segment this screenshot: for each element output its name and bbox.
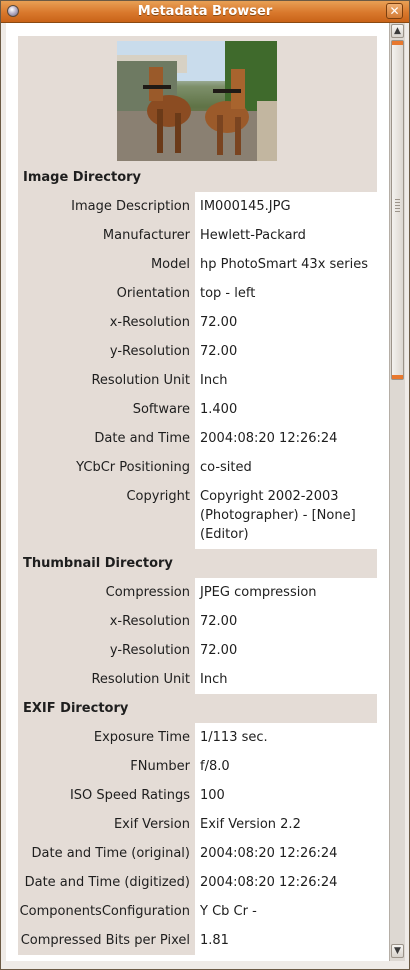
metadata-row: Date and Time 2004:08:20 12:26:24 xyxy=(18,424,377,453)
metadata-row: Resolution Unit Inch xyxy=(18,366,377,395)
close-button[interactable]: ✕ xyxy=(386,3,403,19)
metadata-value: IM000145.JPG xyxy=(195,192,377,221)
metadata-label: y-Resolution xyxy=(18,636,195,665)
metadata-row: Orientation top - left xyxy=(18,279,377,308)
metadata-row: x-Resolution 72.00 xyxy=(18,607,377,636)
metadata-row: Exposure Time 1/113 sec. xyxy=(18,723,377,752)
metadata-label: Exposure Time xyxy=(18,723,195,752)
metadata-label: Date and Time (original) xyxy=(18,839,195,868)
metadata-label: Compression xyxy=(18,578,195,607)
metadata-value: 1/113 sec. xyxy=(195,723,377,752)
metadata-label: Copyright xyxy=(18,482,195,549)
metadata-row: Exif Version Exif Version 2.2 xyxy=(18,810,377,839)
title-bar[interactable]: Metadata Browser ✕ xyxy=(1,1,409,23)
metadata-value: 72.00 xyxy=(195,337,377,366)
metadata-row: y-Resolution 72.00 xyxy=(18,337,377,366)
metadata-value: 2004:08:20 12:26:24 xyxy=(195,839,377,868)
scrollbar-thumb-bottom-accent xyxy=(392,375,403,379)
metadata-row: x-Resolution 72.00 xyxy=(18,308,377,337)
metadata-label: y-Resolution xyxy=(18,337,195,366)
metadata-value: Hewlett-Packard xyxy=(195,221,377,250)
metadata-value: hp PhotoSmart 43x series xyxy=(195,250,377,279)
metadata-label: ISO Speed Ratings xyxy=(18,781,195,810)
metadata-row: YCbCr Positioning co-sited xyxy=(18,453,377,482)
metadata-label: Image Description xyxy=(18,192,195,221)
metadata-row: Manufacturer Hewlett-Packard xyxy=(18,221,377,250)
metadata-label: Software xyxy=(18,395,195,424)
metadata-label: Orientation xyxy=(18,279,195,308)
close-icon: ✕ xyxy=(389,4,400,18)
metadata-label: Date and Time xyxy=(18,424,195,453)
metadata-label: Exif Version xyxy=(18,810,195,839)
section-header: Image Directory xyxy=(18,163,377,192)
metadata-row: ISO Speed Ratings 100 xyxy=(18,781,377,810)
metadata-value: 100 xyxy=(195,781,377,810)
metadata-label: Manufacturer xyxy=(18,221,195,250)
metadata-panel: Image Directory Image Description IM000145… xyxy=(6,23,389,961)
section-header: EXIF Directory xyxy=(18,694,377,723)
metadata-value: top - left xyxy=(195,279,377,308)
metadata-value: Exif Version 2.2 xyxy=(195,810,377,839)
metadata-row: Date and Time (digitized) 2004:08:20 12:2… xyxy=(18,868,377,897)
metadata-row: y-Resolution 72.00 xyxy=(18,636,377,665)
metadata-label: x-Resolution xyxy=(18,607,195,636)
metadata-value: Inch xyxy=(195,366,377,395)
metadata-label: YCbCr Positioning xyxy=(18,453,195,482)
metadata-row: Compressed Bits per Pixel 1.81 xyxy=(18,926,377,955)
metadata-value: 1.400 xyxy=(195,395,377,424)
metadata-row: Image Description IM000145.JPG xyxy=(18,192,377,221)
metadata-label: x-Resolution xyxy=(18,308,195,337)
metadata-row: Date and Time (original) 2004:08:20 12:26… xyxy=(18,839,377,868)
metadata-label: Resolution Unit xyxy=(18,665,195,694)
metadata-row: Model hp PhotoSmart 43x series xyxy=(18,250,377,279)
metadata-row: Resolution Unit Inch xyxy=(18,665,377,694)
scrollbar-grip-icon xyxy=(395,199,400,213)
metadata-row: Copyright Copyright 2002-2003 (Photograph… xyxy=(18,482,377,549)
metadata-value: 2004:08:20 12:26:24 xyxy=(195,424,377,453)
metadata-value: 2004:08:20 12:26:24 xyxy=(195,868,377,897)
vertical-scrollbar[interactable]: ▲ ▼ xyxy=(389,23,405,961)
scroll-down-arrow-icon[interactable]: ▼ xyxy=(391,944,404,958)
metadata-value: Y Cb Cr - xyxy=(195,897,377,926)
photo-area xyxy=(18,36,377,163)
window-title: Metadata Browser xyxy=(137,4,273,19)
metadata-label: Model xyxy=(18,250,195,279)
section-header: Thumbnail Directory xyxy=(18,549,377,578)
metadata-row: ComponentsConfiguration Y Cb Cr - xyxy=(18,897,377,926)
metadata-value: co-sited xyxy=(195,453,377,482)
metadata-label: Date and Time (digitized) xyxy=(18,868,195,897)
metadata-label: ComponentsConfiguration xyxy=(18,897,195,926)
metadata-value: 72.00 xyxy=(195,636,377,665)
metadata-label: Resolution Unit xyxy=(18,366,195,395)
metadata-label: Compressed Bits per Pixel xyxy=(18,926,195,955)
metadata-value: Copyright 2002-2003 (Photographer) - [No… xyxy=(195,482,377,549)
metadata-browser-window: Metadata Browser ✕ Image Directory Image… xyxy=(0,0,410,970)
scrollbar-thumb[interactable] xyxy=(391,40,404,380)
thumbnail-image xyxy=(117,41,277,161)
metadata-value: JPEG compression xyxy=(195,578,377,607)
horse-carriage-picture xyxy=(117,41,277,161)
metadata-value: 72.00 xyxy=(195,607,377,636)
scrollbar-thumb-top-accent xyxy=(392,41,403,45)
metadata-value: 1.81 xyxy=(195,926,377,955)
metadata-row: Compression JPEG compression xyxy=(18,578,377,607)
scroll-up-arrow-icon[interactable]: ▲ xyxy=(391,24,404,38)
metadata-value: 72.00 xyxy=(195,308,377,337)
metadata-value: f/8.0 xyxy=(195,752,377,781)
metadata-label: FNumber xyxy=(18,752,195,781)
metadata-row: Software 1.400 xyxy=(18,395,377,424)
metadata-value: Inch xyxy=(195,665,377,694)
metadata-table: Image Directory Image Description IM000145… xyxy=(18,36,377,955)
metadata-row: FNumber f/8.0 xyxy=(18,752,377,781)
